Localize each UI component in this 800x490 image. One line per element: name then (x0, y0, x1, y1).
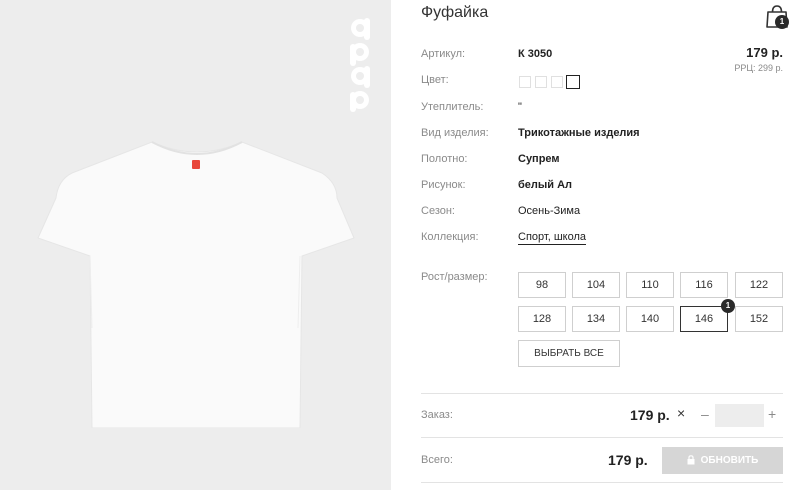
select-all-button[interactable]: ВЫБРАТЬ ВСЕ (518, 340, 620, 367)
collection-link[interactable]: Спорт, школа (518, 231, 586, 245)
tshirt-image (37, 141, 355, 428)
update-button-label: ОБНОВИТЬ (700, 455, 759, 466)
size-option[interactable]: 110 (626, 272, 674, 298)
divider (421, 393, 783, 394)
label-product-type: Вид изделия: (421, 127, 489, 139)
brand-tag (192, 160, 200, 169)
remove-item-button[interactable]: × (677, 405, 685, 421)
product-price: 179 р. (746, 45, 783, 60)
decrease-quantity-button[interactable]: – (701, 406, 709, 422)
size-option-selected[interactable]: 146 (680, 306, 728, 332)
size-option[interactable]: 128 (518, 306, 566, 332)
size-option[interactable]: 104 (572, 272, 620, 298)
label-print: Рисунок: (421, 179, 466, 191)
rrp-price: РРЦ: 299 р. (734, 63, 783, 73)
color-swatch-selected[interactable] (566, 75, 580, 89)
value-fabric: Супрем (518, 153, 560, 165)
divider (421, 437, 783, 438)
color-swatch[interactable] (551, 76, 563, 88)
size-option[interactable]: 152 (735, 306, 783, 332)
label-total: Всего: (421, 454, 453, 466)
update-button[interactable]: ОБНОВИТЬ (662, 447, 783, 474)
label-insulation: Утеплитель: (421, 101, 484, 113)
value-insulation: " (518, 101, 522, 113)
value-print: белый Ал (518, 179, 573, 191)
color-swatch[interactable] (519, 76, 531, 88)
label-order: Заказ: (421, 409, 453, 421)
size-option[interactable]: 122 (735, 272, 783, 298)
size-option[interactable]: 140 (626, 306, 674, 332)
value-season: Осень-Зима (518, 205, 581, 217)
size-count-badge: 1 (721, 299, 735, 313)
total-price: 179 р. (608, 452, 648, 468)
size-option[interactable]: 116 (680, 272, 728, 298)
label-fabric: Полотно: (421, 153, 468, 165)
lock-icon (687, 455, 695, 465)
label-color: Цвет: (421, 74, 449, 86)
increase-quantity-button[interactable]: + (768, 406, 776, 422)
cart-count-badge: 1 (775, 15, 789, 29)
size-option[interactable]: 98 (518, 272, 566, 298)
label-collection: Коллекция: (421, 231, 479, 243)
product-title: Фуфайка (421, 4, 489, 21)
order-price: 179 р. (630, 407, 670, 423)
label-size: Рост/размер: (421, 271, 488, 283)
product-photo (0, 0, 391, 490)
size-option[interactable]: 134 (572, 306, 620, 332)
value-article: К 3050 (518, 48, 553, 60)
label-article: Артикул: (421, 48, 466, 60)
label-season: Сезон: (421, 205, 455, 217)
divider (421, 482, 783, 483)
brand-logo (350, 18, 370, 112)
color-swatch[interactable] (535, 76, 547, 88)
quantity-input[interactable] (715, 404, 764, 427)
value-product-type: Трикотажные изделия (518, 127, 640, 139)
